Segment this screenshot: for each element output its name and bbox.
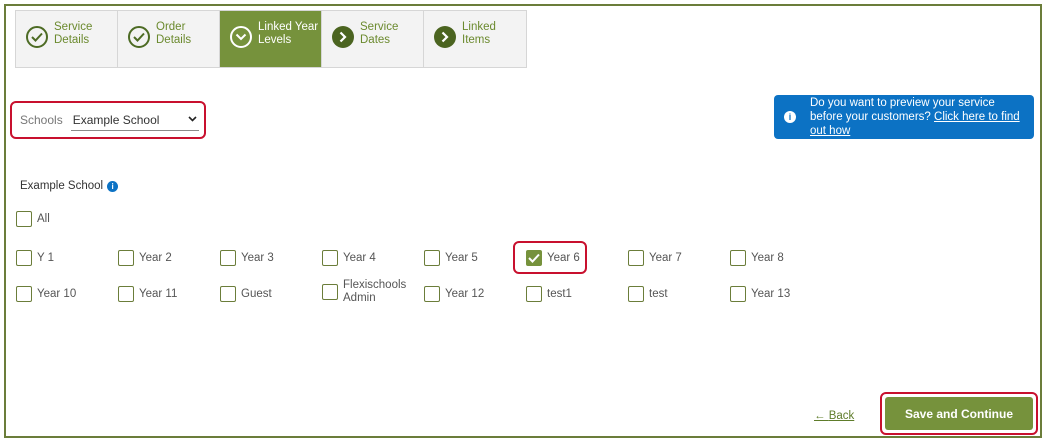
page-frame <box>4 4 1042 438</box>
checkbox-box[interactable] <box>118 250 134 266</box>
checkbox-box[interactable] <box>424 250 440 266</box>
checkbox-box[interactable] <box>220 250 236 266</box>
checkbox-label: Year 8 <box>751 252 784 264</box>
info-icon: i <box>784 111 796 123</box>
checkbox-label: Year 4 <box>343 252 376 264</box>
schools-selected-value: Example School <box>72 112 160 127</box>
checkbox-year-level[interactable]: Year 10 <box>16 286 76 302</box>
step-label: Details <box>54 34 90 46</box>
checkbox-label: Y 1 <box>37 252 55 264</box>
checkbox-all[interactable]: All <box>16 211 50 227</box>
step-label: Levels <box>258 34 292 46</box>
checkbox-year-level[interactable]: Year 5 <box>424 250 478 266</box>
checkbox-box[interactable] <box>220 286 236 302</box>
checkbox-box[interactable] <box>424 286 440 302</box>
chevron-right-circle-icon <box>332 26 354 48</box>
checkmark-icon <box>528 253 540 263</box>
checkbox-year-level[interactable]: Year 2 <box>118 250 172 266</box>
checkbox-label: Year 10 <box>37 288 77 300</box>
checkbox-box[interactable] <box>730 250 746 266</box>
checkbox-label: test <box>649 288 668 300</box>
checkbox-label: Year 2 <box>139 252 172 264</box>
step-label: Order <box>156 21 186 33</box>
step-label: Service <box>54 21 93 33</box>
wizard-stepper: Service Details Order Details Linked Year L… <box>15 10 527 68</box>
checkbox-box-checked[interactable] <box>526 250 542 266</box>
checkbox-year-level[interactable]: test1 <box>526 286 572 302</box>
checkbox-box[interactable] <box>16 250 32 266</box>
back-label: Back <box>828 410 855 422</box>
checkbox-label: Year 13 <box>751 288 791 300</box>
save-and-continue-button[interactable]: Save and Continue <box>885 397 1033 430</box>
step-label: Service <box>360 21 399 33</box>
checkbox-year-level[interactable]: Year 4 <box>322 250 376 266</box>
checkbox-year-level[interactable]: Year 3 <box>220 250 274 266</box>
checkbox-box[interactable] <box>526 286 542 302</box>
checkbox-label: All <box>37 213 50 225</box>
chevron-right-circle-icon <box>434 26 456 48</box>
checkbox-box[interactable] <box>16 211 32 227</box>
check-circle-icon <box>26 26 48 48</box>
checkbox-label: Year 7 <box>649 252 682 264</box>
checkbox-year-level[interactable]: Y 1 <box>16 250 54 266</box>
step-label: Dates <box>360 34 391 46</box>
checkbox-year-level[interactable]: Guest <box>220 286 272 302</box>
save-button-highlight: Save and Continue <box>880 392 1038 435</box>
step-order-details[interactable]: Order Details <box>118 11 220 67</box>
check-circle-icon <box>128 26 150 48</box>
checkbox-year-level[interactable]: Year 13 <box>730 286 790 302</box>
info-icon[interactable]: i <box>107 180 119 192</box>
checkbox-label: Year 12 <box>445 288 485 300</box>
school-heading: Example School i <box>20 180 119 192</box>
checkbox-year-level[interactable]: Year 8 <box>730 250 784 266</box>
checkbox-year-level[interactable]: Year 12 <box>424 286 484 302</box>
school-heading-text: Example School <box>20 180 104 192</box>
checkbox-label: Year 6 <box>547 252 580 264</box>
schools-label: Schools <box>20 113 63 127</box>
checkbox-box[interactable] <box>322 284 338 300</box>
step-label: Linked Year <box>258 21 319 33</box>
preview-info-banner: i Do you want to preview your service be… <box>774 95 1034 139</box>
step-label: Details <box>156 34 192 46</box>
back-link[interactable]: ← Back <box>814 410 854 422</box>
checkbox-label: Admin <box>343 292 376 304</box>
checkbox-box[interactable] <box>628 250 644 266</box>
checkbox-label: Flexischools <box>343 279 407 291</box>
checkbox-label: Year 11 <box>139 288 178 300</box>
chevron-down-icon <box>188 114 197 125</box>
arrow-left-icon: ← <box>814 410 826 422</box>
checkbox-box[interactable] <box>322 250 338 266</box>
checkbox-box[interactable] <box>730 286 746 302</box>
checkbox-label: test1 <box>547 288 572 300</box>
checkbox-year-level[interactable]: test <box>628 286 668 302</box>
checkbox-year-level[interactable]: Year 11 <box>118 286 177 302</box>
schools-select-highlight: Schools Example School <box>10 101 206 139</box>
checkbox-label: Guest <box>241 288 272 300</box>
checkbox-box[interactable] <box>118 286 134 302</box>
checkbox-label: Year 5 <box>445 252 478 264</box>
step-service-details[interactable]: Service Details <box>16 11 118 67</box>
step-service-dates[interactable]: Service Dates <box>322 11 424 67</box>
step-label: Linked <box>462 21 496 33</box>
checkbox-box[interactable] <box>628 286 644 302</box>
checkbox-year-level[interactable]: Year 7 <box>628 250 682 266</box>
checkbox-year-6[interactable]: Year 6 <box>526 250 580 266</box>
checkbox-label: Year 3 <box>241 252 274 264</box>
step-linked-year-levels[interactable]: Linked Year Levels <box>220 11 322 67</box>
checkbox-box[interactable] <box>16 286 32 302</box>
step-linked-items[interactable]: Linked Items <box>424 11 526 67</box>
step-label: Items <box>462 34 491 46</box>
chevron-down-circle-icon <box>230 26 252 48</box>
schools-select[interactable]: Example School <box>70 109 199 131</box>
checkbox-year-level[interactable]: Flexischools Admin <box>322 279 406 305</box>
